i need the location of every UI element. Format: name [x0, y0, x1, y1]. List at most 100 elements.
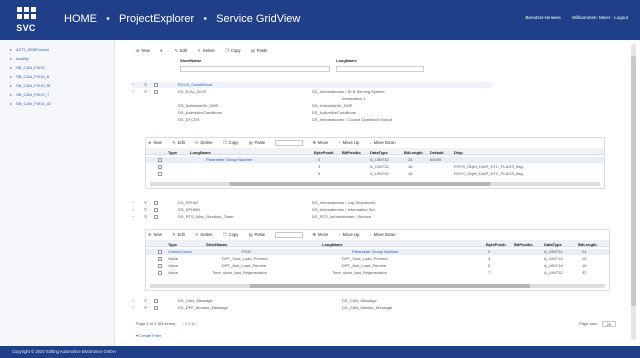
row-expand-icon[interactable]: − — [132, 214, 134, 220]
col-header-longname[interactable]: LongName — [322, 242, 343, 247]
search-icon[interactable]: ⚲ — [144, 214, 147, 220]
new-button[interactable]: ⊕ New — [136, 47, 150, 55]
delete-button[interactable]: ✕ Delete — [197, 47, 215, 55]
user-welcome-logout-link[interactable]: Willkommen: Meier · Logout — [572, 15, 628, 20]
col-header-shortname[interactable]: ShortName — [180, 58, 201, 63]
table-row[interactable]: Information 1 — [132, 96, 492, 102]
row-expand-icon[interactable]: − — [132, 82, 134, 88]
pager-navigation[interactable]: ‹ 1 2 3 › — [182, 321, 196, 326]
table-row[interactable]: Value DPF_Ash_Load_Percent DPF_Ash_Load_… — [146, 263, 609, 269]
copy-button[interactable]: ❐ Copy — [225, 47, 241, 55]
sidebar-item[interactable]: ▸ ACTI_SEMControl — [0, 45, 114, 54]
sidebar-item[interactable]: ▸ Activity — [0, 54, 114, 63]
paste-button[interactable]: ▤ Paste — [251, 47, 268, 55]
horizontal-scrollbar[interactable] — [150, 284, 605, 288]
vertical-scrollbar[interactable] — [631, 44, 636, 340]
table-row[interactable]: Value DPF_Soot_Load_Percent DPF_Soot_Loa… — [146, 256, 609, 262]
copy-button[interactable]: ❐ Copy — [223, 231, 239, 239]
scrollbar-thumb[interactable] — [631, 56, 636, 306]
paste-target-input[interactable] — [275, 139, 304, 146]
delete-button[interactable]: ✕ Delete — [195, 139, 213, 147]
row-expand-icon[interactable]: − — [132, 298, 134, 304]
table-row[interactable]: Parameter Group Number 0 A_UINT32 24 640… — [146, 157, 604, 163]
row-checkbox[interactable] — [158, 271, 162, 275]
row-checkbox[interactable] — [154, 83, 158, 87]
move-down-button[interactable]: ↓ Move Down — [370, 231, 396, 239]
move-button[interactable]: ✥ Move — [313, 231, 329, 239]
edit-button[interactable]: ✎ Edit — [174, 47, 187, 55]
col-header-type[interactable]: Type — [168, 242, 177, 247]
horizontal-scrollbar[interactable] — [150, 182, 600, 186]
page-size-dropdown[interactable]: 20 — [602, 321, 616, 327]
row-checkbox[interactable] — [154, 215, 158, 219]
delete-button[interactable]: ✕ Delete — [195, 231, 213, 239]
sidebar-item[interactable]: ▸ SB_CAN_FIXIO_8 — [0, 72, 114, 81]
search-icon[interactable]: ⚲ — [144, 298, 147, 304]
breadcrumb-home[interactable]: HOME — [64, 13, 97, 25]
table-row[interactable]: − ⚲ DS_RTS_Misc_Readout_Timer DS_RTS_Inf… — [132, 214, 492, 220]
row-checkbox[interactable] — [154, 306, 158, 310]
col-header-bitlength[interactable]: BitLength — [578, 242, 597, 247]
col-header-bitlength[interactable]: BitLength — [404, 150, 423, 155]
row-checkbox[interactable] — [158, 158, 162, 162]
row-checkbox[interactable] — [154, 90, 158, 94]
paste-button[interactable]: ▤ Paste — [249, 139, 266, 147]
search-icon[interactable]: ⚲ — [144, 207, 147, 213]
sidebar-item[interactable]: ▸ SB_CAN_FIXIO_M — [0, 81, 114, 90]
breadcrumb-service-gridview[interactable]: Service GridView — [216, 13, 300, 25]
search-icon[interactable]: ⚲ — [144, 200, 147, 206]
row-checkbox[interactable] — [158, 165, 162, 169]
row-checkbox[interactable] — [154, 208, 158, 212]
search-icon[interactable]: ⚲ — [144, 89, 147, 95]
col-header-datatype[interactable]: DataType — [370, 150, 388, 155]
row-expand-icon[interactable]: − — [132, 305, 134, 311]
breadcrumb-project-explorer[interactable]: ProjectExplorer — [119, 13, 194, 25]
table-row[interactable]: 5 A_UINT32 16 PHYS_Objet_DIAP_DTC_FLAGS_… — [146, 171, 604, 177]
longname-filter-input[interactable] — [336, 66, 424, 72]
sidebar-item[interactable]: ▸ SB_CAN_FIXIO_ID — [0, 99, 114, 108]
row-checkbox[interactable] — [158, 264, 162, 268]
user-notice-link[interactable]: Benutzer-Hinweis — [525, 15, 560, 20]
search-icon[interactable]: ⚲ — [144, 82, 147, 88]
table-row[interactable]: Value Time_since_last_Regeneration Time_… — [146, 270, 609, 276]
table-row[interactable]: − ⚲ DS_ECU_DIOS DS_Informationen / ID B … — [132, 89, 492, 95]
search-icon[interactable]: ⚲ — [144, 305, 147, 311]
table-row[interactable]: DS_AdministrSe_DMS DS_AdministrSe_DMS — [132, 103, 492, 109]
create-filter-link[interactable]: ▾ Create Filter — [136, 333, 161, 338]
row-checkbox[interactable] — [154, 201, 158, 205]
table-row[interactable]: − ⚲ ECUS_CanWithout — [132, 82, 492, 88]
new-button[interactable]: ⊕ New — [148, 139, 162, 147]
table-row[interactable]: DS_ActiveAreConditions DS_ActiveAreCondi… — [132, 110, 492, 116]
col-header-bitpos[interactable]: BitPositio — [514, 242, 533, 247]
sidebar-item[interactable]: ▸ SB_CAN_FIXIO — [0, 63, 114, 72]
row-expand-icon[interactable]: − — [132, 89, 134, 95]
col-header-bytepos[interactable]: BytePositi — [314, 150, 334, 155]
table-row[interactable]: 3 A_UINT32 16 PHYS_Objet_DIAP_DTC_FLAGS_… — [146, 164, 604, 170]
move-up-button[interactable]: ↑ Move Up — [338, 139, 359, 147]
col-header-disp[interactable]: Disp — [454, 150, 463, 155]
col-header-shortname[interactable]: ShortName — [206, 242, 227, 247]
move-up-button[interactable]: ↑ Move Up — [338, 231, 359, 239]
row-expand-icon[interactable]: − — [132, 207, 134, 213]
edit-button[interactable]: ✎ Edit — [172, 139, 185, 147]
row-checkbox[interactable] — [158, 172, 162, 176]
col-header-default[interactable]: Default — [430, 150, 444, 155]
table-row[interactable]: Coded-Const PGN Parameter Group Number 0… — [146, 249, 609, 255]
row-checkbox[interactable] — [158, 257, 162, 261]
row-checkbox[interactable] — [154, 299, 158, 303]
table-row[interactable]: DS_DTCDS DS_Informationen / Ccount Opera… — [132, 117, 492, 123]
row-checkbox[interactable] — [158, 250, 162, 254]
move-down-button[interactable]: ↓ Move Down — [370, 139, 396, 147]
app-logo[interactable]: SVC — [12, 6, 40, 34]
edit-button[interactable]: ✎ Edit — [172, 231, 185, 239]
table-row[interactable]: − ⚲ DS_CAN_Message DS_CAN_Message — [132, 298, 492, 304]
filter-dropdown-button[interactable]: ▾ — [160, 47, 164, 55]
table-row[interactable]: − ⚲ DS_DPF_Monitor_Message DS_CAN_Monito… — [132, 305, 492, 311]
paste-target-input[interactable] — [275, 231, 304, 238]
move-button[interactable]: ✥ Move — [313, 139, 329, 147]
table-row[interactable]: − ⚲ DS_SPHMD DS_Informationen / Informat… — [132, 207, 492, 213]
col-header-bytepos[interactable]: BytePositi — [486, 242, 506, 247]
table-row[interactable]: − ⚲ DS_SPHAT DS_Informationen / Log Sequ… — [132, 200, 492, 206]
col-header-type[interactable]: Type — [168, 150, 177, 155]
row-expand-icon[interactable]: − — [132, 200, 134, 206]
